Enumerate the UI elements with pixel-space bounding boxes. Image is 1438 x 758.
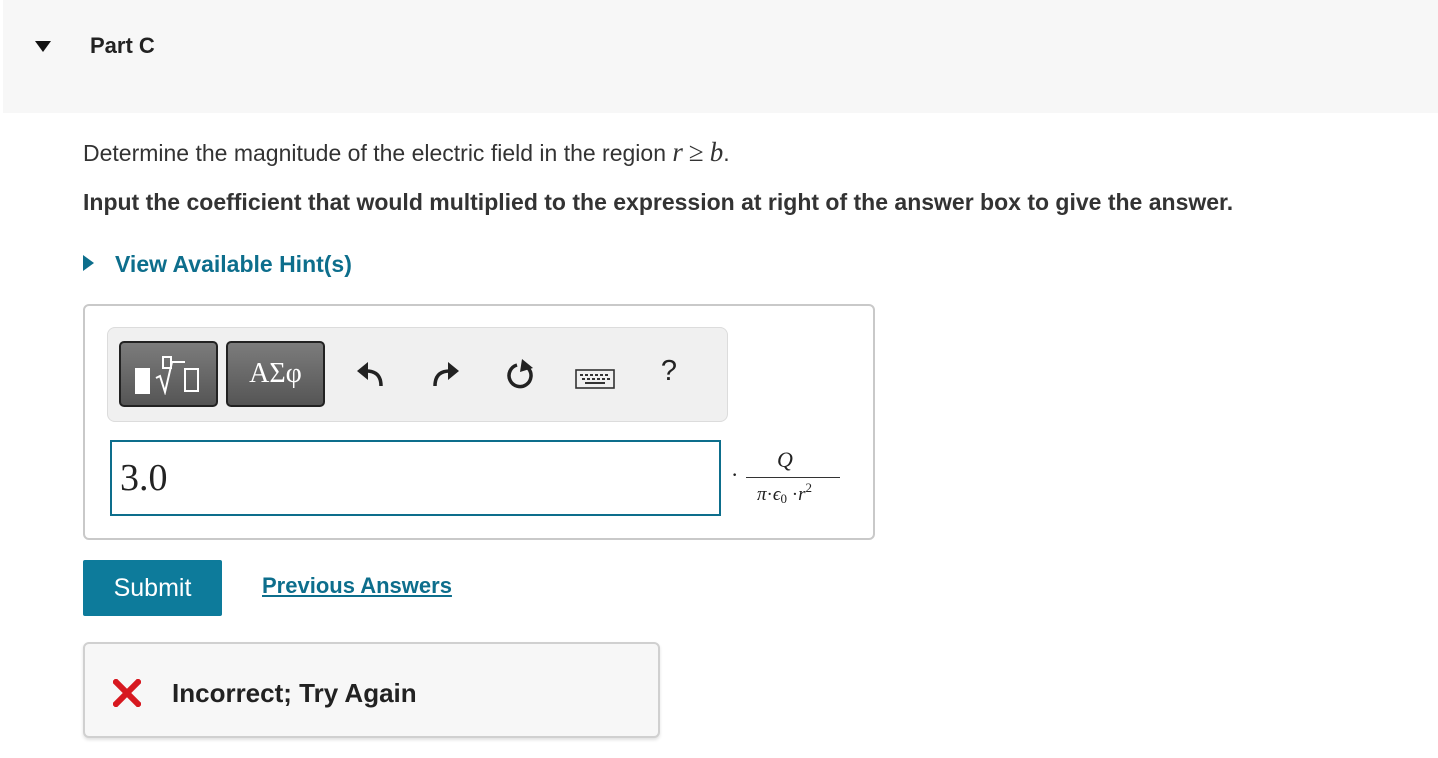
question-text: Determine the magnitude of the electric … <box>83 137 730 168</box>
part-title: Part C <box>90 33 155 58</box>
reset-icon[interactable] <box>506 359 536 391</box>
view-hints-toggle[interactable]: View Available Hint(s) <box>83 249 352 279</box>
caret-down-icon[interactable] <box>35 41 51 52</box>
part-header: Part C <box>3 0 1438 113</box>
templates-icon <box>155 356 199 395</box>
expression-numerator: Q <box>777 447 793 472</box>
previous-answers-link[interactable]: Previous Answers <box>262 573 452 599</box>
expression-denominator: π·ϵ0 ·r2 <box>757 480 812 506</box>
math-operator: ≥ <box>688 137 704 167</box>
greek-symbols-button[interactable]: ΑΣφ <box>226 341 325 407</box>
submit-button[interactable]: Submit <box>83 560 222 616</box>
fraction-bar <box>746 477 840 478</box>
math-toolbar: ΑΣφ ? <box>107 327 728 422</box>
feedback-box: Incorrect; Try Again <box>83 642 660 738</box>
feedback-message: Incorrect; Try Again <box>172 678 417 708</box>
math-variable-r: r <box>672 137 683 167</box>
math-variable-b: b <box>709 137 724 167</box>
x-icon <box>113 679 141 707</box>
undo-icon[interactable] <box>355 362 385 388</box>
expression-multiplier: · <box>731 462 739 487</box>
redo-icon[interactable] <box>431 362 461 388</box>
caret-right-icon <box>83 255 94 271</box>
answer-panel: ΑΣφ ? 3.0 · Q π·ϵ0 ·r2 <box>83 304 875 540</box>
answer-input[interactable]: 3.0 <box>110 440 721 516</box>
template-block-icon <box>135 368 150 394</box>
question-punct: . <box>723 140 730 166</box>
instruction-text: Input the coefficient that would multipl… <box>83 189 1234 215</box>
keyboard-icon[interactable] <box>575 369 615 389</box>
answer-expression: · Q π·ϵ0 ·r2 <box>731 443 841 513</box>
templates-button[interactable] <box>119 341 218 407</box>
question-prompt: Determine the magnitude of the electric … <box>83 140 666 166</box>
view-hints-label[interactable]: View Available Hint(s) <box>115 251 352 278</box>
help-button[interactable]: ? <box>656 355 682 391</box>
